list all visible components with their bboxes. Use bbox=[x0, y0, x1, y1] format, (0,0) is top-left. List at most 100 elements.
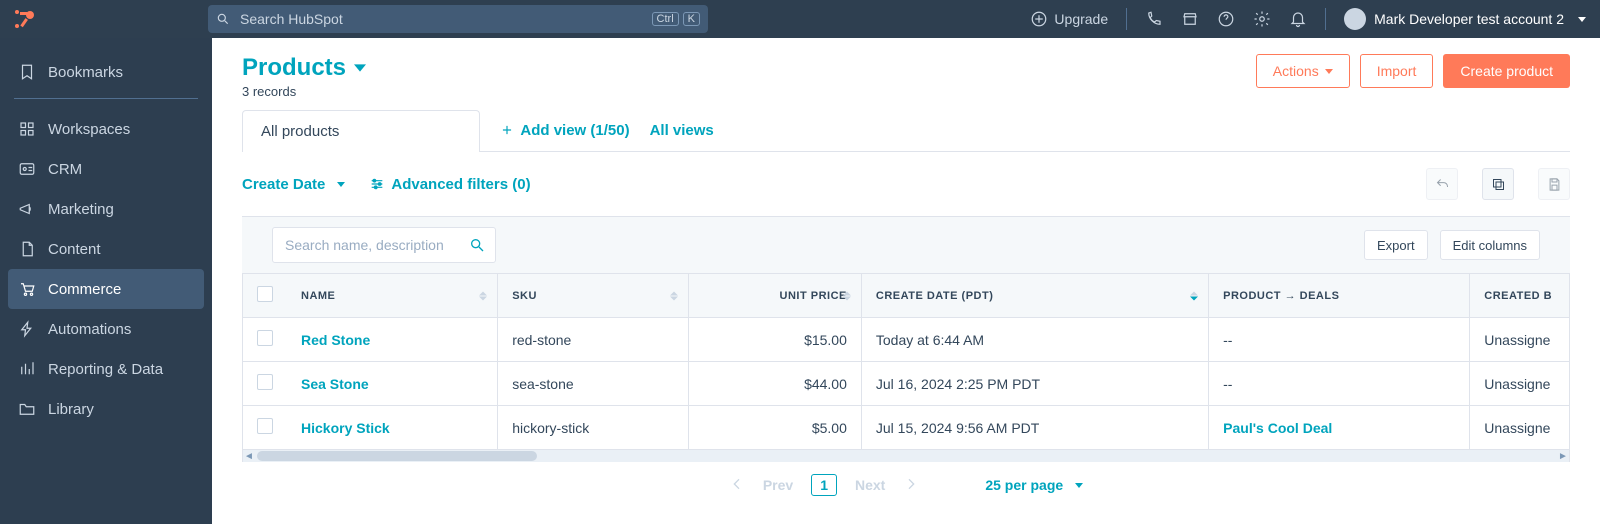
chevron-down-icon bbox=[1325, 69, 1333, 74]
col-create-date[interactable]: Create Date (PDT) bbox=[861, 274, 1208, 318]
import-button[interactable]: Import bbox=[1360, 54, 1434, 88]
export-button[interactable]: Export bbox=[1364, 230, 1428, 260]
page-title: Products bbox=[242, 54, 346, 82]
filter-row: Create Date Advanced filters (0) bbox=[212, 152, 1600, 216]
col-unit-price[interactable]: Unit Price bbox=[688, 274, 861, 318]
page-title-dropdown[interactable]: Products bbox=[242, 54, 366, 82]
cell-createdby: Unassigne bbox=[1470, 318, 1570, 362]
cell-createdby: Unassigne bbox=[1470, 406, 1570, 450]
edit-columns-button[interactable]: Edit columns bbox=[1440, 230, 1540, 260]
sidebar-item-label: Bookmarks bbox=[48, 64, 123, 81]
sidebar-item-reporting[interactable]: Reporting & Data bbox=[8, 349, 204, 389]
cell-deal: -- bbox=[1209, 362, 1470, 406]
col-name[interactable]: Name bbox=[287, 274, 498, 318]
sidebar-item-marketing[interactable]: Marketing bbox=[8, 189, 204, 229]
product-link[interactable]: Red Stone bbox=[301, 332, 370, 348]
tab-all-products[interactable]: All products bbox=[242, 110, 480, 152]
sidebar-item-label: Reporting & Data bbox=[48, 361, 163, 378]
scrollbar-thumb[interactable] bbox=[257, 451, 537, 461]
cell-deal: -- bbox=[1209, 318, 1470, 362]
products-table: Name SKU Unit Price Create Date (PDT) Pr… bbox=[242, 273, 1570, 450]
create-product-button[interactable]: Create product bbox=[1443, 54, 1570, 88]
per-page-dropdown[interactable]: 25 per page bbox=[985, 477, 1083, 493]
sidebar-item-crm[interactable]: CRM bbox=[8, 149, 204, 189]
scroll-right-icon[interactable]: ► bbox=[1557, 450, 1569, 462]
sidebar-item-label: Automations bbox=[48, 321, 131, 338]
undo-button[interactable] bbox=[1426, 168, 1458, 200]
bolt-icon bbox=[18, 320, 36, 338]
global-search[interactable]: CtrlK bbox=[208, 5, 708, 33]
add-view-button[interactable]: Add view (1/50) bbox=[500, 122, 629, 139]
table-row: Red Stone red-stone $15.00 Today at 6:44… bbox=[243, 318, 1570, 362]
help-icon[interactable] bbox=[1217, 10, 1235, 28]
col-deals[interactable]: Product → Deals bbox=[1209, 274, 1470, 318]
table-search[interactable] bbox=[272, 227, 496, 263]
cell-created: Jul 15, 2024 9:56 AM PDT bbox=[861, 406, 1208, 450]
marketplace-icon[interactable] bbox=[1181, 10, 1199, 28]
col-created-by[interactable]: Created b bbox=[1470, 274, 1570, 318]
chevron-down-icon bbox=[354, 62, 366, 74]
pager-page[interactable]: 1 bbox=[811, 474, 837, 496]
sidebar-item-label: Library bbox=[48, 401, 94, 418]
actions-button[interactable]: Actions bbox=[1256, 54, 1350, 88]
product-link[interactable]: Sea Stone bbox=[301, 376, 369, 392]
sidebar-item-label: Workspaces bbox=[48, 121, 130, 138]
chevron-down-icon bbox=[1578, 17, 1586, 22]
megaphone-icon bbox=[18, 200, 36, 218]
pager-prev[interactable]: Prev bbox=[763, 477, 793, 493]
scroll-left-icon[interactable]: ◄ bbox=[243, 450, 255, 462]
upgrade-button[interactable]: Upgrade bbox=[1030, 10, 1108, 28]
cell-price: $15.00 bbox=[688, 318, 861, 362]
row-checkbox[interactable] bbox=[257, 330, 273, 346]
divider bbox=[1325, 8, 1326, 30]
hubspot-logo[interactable] bbox=[10, 5, 38, 33]
sliders-icon bbox=[369, 176, 385, 192]
cell-sku: sea-stone bbox=[498, 362, 689, 406]
select-all-header[interactable] bbox=[243, 274, 287, 318]
avatar bbox=[1344, 8, 1366, 30]
duplicate-button[interactable] bbox=[1482, 168, 1514, 200]
bell-icon[interactable] bbox=[1289, 10, 1307, 28]
sidebar-item-commerce[interactable]: Commerce bbox=[8, 269, 204, 309]
sidebar-item-label: CRM bbox=[48, 161, 82, 178]
pager-prev-arrow[interactable] bbox=[729, 476, 745, 495]
row-checkbox[interactable] bbox=[257, 418, 273, 434]
cell-createdby: Unassigne bbox=[1470, 362, 1570, 406]
table-search-input[interactable] bbox=[283, 236, 469, 254]
phone-icon[interactable] bbox=[1145, 10, 1163, 28]
pager: Prev 1 Next 25 per page bbox=[212, 462, 1600, 508]
row-checkbox[interactable] bbox=[257, 374, 273, 390]
cart-icon bbox=[18, 280, 36, 298]
top-bar: CtrlK Upgrade Mark Developer test accoun… bbox=[0, 0, 1600, 38]
sidebar-item-label: Commerce bbox=[48, 281, 121, 298]
col-sku[interactable]: SKU bbox=[498, 274, 689, 318]
account-menu[interactable]: Mark Developer test account 2 bbox=[1344, 8, 1586, 30]
sidebar-item-library[interactable]: Library bbox=[8, 389, 204, 429]
cell-sku: red-stone bbox=[498, 318, 689, 362]
account-name: Mark Developer test account 2 bbox=[1374, 11, 1564, 27]
sidebar: Bookmarks Workspaces CRM Marketing Conte… bbox=[0, 38, 212, 524]
folder-icon bbox=[18, 400, 36, 418]
global-search-input[interactable] bbox=[238, 10, 652, 28]
filter-create-date[interactable]: Create Date bbox=[242, 176, 345, 193]
sidebar-item-bookmarks[interactable]: Bookmarks bbox=[8, 52, 204, 92]
settings-icon[interactable] bbox=[1253, 10, 1271, 28]
save-view-button[interactable] bbox=[1538, 168, 1570, 200]
horizontal-scrollbar[interactable]: ◄ ► bbox=[242, 450, 1570, 462]
cell-created: Jul 16, 2024 2:25 PM PDT bbox=[861, 362, 1208, 406]
upgrade-label: Upgrade bbox=[1054, 11, 1108, 27]
pager-next-arrow[interactable] bbox=[903, 476, 919, 495]
deal-link[interactable]: Paul's Cool Deal bbox=[1223, 420, 1332, 436]
advanced-filters-button[interactable]: Advanced filters (0) bbox=[369, 176, 530, 193]
upgrade-icon bbox=[1030, 10, 1048, 28]
sidebar-item-content[interactable]: Content bbox=[8, 229, 204, 269]
sidebar-item-workspaces[interactable]: Workspaces bbox=[8, 109, 204, 149]
sidebar-item-automations[interactable]: Automations bbox=[8, 309, 204, 349]
table-row: Hickory Stick hickory-stick $5.00 Jul 15… bbox=[243, 406, 1570, 450]
search-icon bbox=[469, 237, 485, 253]
chart-icon bbox=[18, 360, 36, 378]
pager-next[interactable]: Next bbox=[855, 477, 885, 493]
record-count: 3 records bbox=[242, 84, 366, 99]
product-link[interactable]: Hickory Stick bbox=[301, 420, 390, 436]
all-views-link[interactable]: All views bbox=[650, 122, 714, 139]
